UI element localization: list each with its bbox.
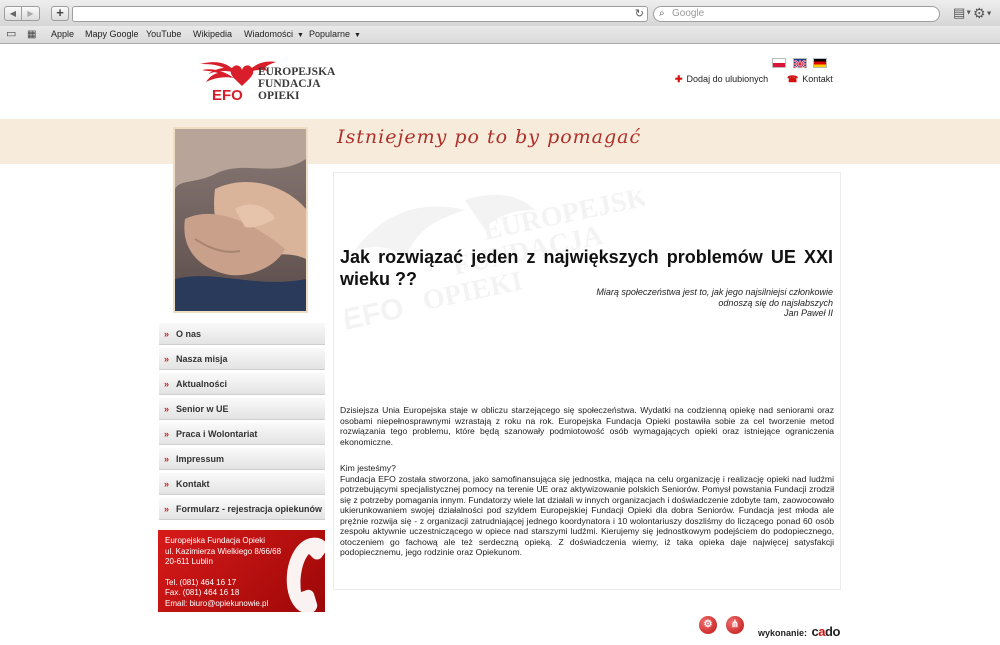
add-to-favorites-link[interactable]: ✚ Dodaj do ulubionych xyxy=(675,74,768,85)
add-to-favorites-label: Dodaj do ulubionych xyxy=(686,74,769,84)
flag-de-icon[interactable] xyxy=(813,58,827,68)
page-menu-icon[interactable]: ▤▼ xyxy=(953,6,972,21)
grid-icon[interactable]: ▦ xyxy=(27,28,36,41)
settings-icon[interactable]: ⚙ xyxy=(699,616,717,634)
logo-line2: FUNDACJA xyxy=(258,78,321,90)
menu-item-label: O nas xyxy=(176,329,202,339)
sitemap-icon[interactable]: ⋔ xyxy=(726,616,744,634)
chevron-down-icon: ▼ xyxy=(354,32,361,39)
footer-credit: wykonanie: cado xyxy=(758,624,840,639)
article-paragraph-about: Fundacja EFO została stworzona, jako sam… xyxy=(340,473,834,558)
bullet-icon: » xyxy=(164,454,170,464)
main-menu: » O nas » Nasza misja » Aktualności » Senior… xyxy=(159,323,325,523)
search-icon: ⌕ xyxy=(659,8,665,19)
section-title: Kim jesteśmy? xyxy=(340,463,396,473)
reload-icon[interactable]: ↻ xyxy=(635,7,644,21)
article-quote: Miarą społeczeństwa jest to, jak jego na… xyxy=(540,287,833,319)
flag-uk-icon[interactable] xyxy=(793,58,807,69)
site-logo[interactable]: EFO EUROPEJSKA FUNDACJA OPIEKI xyxy=(198,56,338,106)
telephone-icon xyxy=(286,537,325,612)
logo-abbr: EFO xyxy=(212,87,243,104)
menu-item-label: Nasza misja xyxy=(176,354,228,364)
contact-box: Europejska Fundacja Opieki ul. Kazimierz… xyxy=(158,530,325,612)
agency-logo-o: a xyxy=(818,624,825,639)
bullet-icon: » xyxy=(164,504,170,514)
agency-logo-suffix: do xyxy=(825,624,840,639)
menu-item-praca-i-wolontariat[interactable]: » Praca i Wolontariat xyxy=(159,423,325,445)
menu-item-kontakt[interactable]: » Kontakt xyxy=(159,473,325,495)
article-section-who-we-are: Kim jesteśmy? Fundacja EFO została stwor… xyxy=(340,463,834,558)
bookmarks-bar: ▭ ▦ Apple Mapy Google YouTube Wikipedia … xyxy=(0,26,1000,44)
search-placeholder: Google xyxy=(672,8,705,19)
hands-photo xyxy=(173,127,308,313)
quote-author: Jan Paweł II xyxy=(783,308,833,318)
menu-item-nasza-misja[interactable]: » Nasza misja xyxy=(159,348,325,370)
contact-street: ul. Kazimierza Wielkiego 8/66/68 xyxy=(165,546,282,556)
bookmark-youtube[interactable]: YouTube xyxy=(146,28,181,41)
slogan: Istniejemy po to by pomagać xyxy=(337,126,642,148)
menu-item-formularz[interactable]: » Formularz - rejestracja opiekunów xyxy=(159,498,325,520)
search-bar[interactable]: ⌕ Google xyxy=(653,6,940,22)
address-bar[interactable]: ↻ xyxy=(72,6,648,22)
contact-link-label: Kontakt xyxy=(802,74,833,84)
contact-org: Europejska Fundacja Opieki xyxy=(165,536,266,545)
bookmark-mapy-google[interactable]: Mapy Google xyxy=(85,28,139,41)
credit-label: wykonanie: xyxy=(758,628,808,638)
back-icon[interactable]: ◀ xyxy=(4,6,22,21)
logo-line3: OPIEKI xyxy=(258,90,300,102)
menu-item-senior-w-ue[interactable]: » Senior w UE xyxy=(159,398,325,420)
bullet-icon: » xyxy=(164,429,170,439)
language-switcher xyxy=(772,58,832,70)
flag-pl-icon[interactable] xyxy=(772,58,786,68)
bullet-icon: » xyxy=(164,329,170,339)
agency-logo[interactable]: cado xyxy=(812,624,841,639)
quote-line1: Miarą społeczeństwa jest to, jak jego na… xyxy=(596,287,833,297)
bullet-icon: » xyxy=(164,404,170,414)
bookmark-apple[interactable]: Apple xyxy=(51,28,74,41)
bookmark-popularne[interactable]: Popularne ▼ xyxy=(309,28,361,42)
bookmark-wiadomosci[interactable]: Wiadomości ▼ xyxy=(244,28,304,42)
bullet-icon: » xyxy=(164,479,170,489)
bullet-icon: » xyxy=(164,354,170,364)
forward-icon[interactable]: ▶ xyxy=(22,6,40,21)
contact-city: 20-611 Lublin xyxy=(165,557,213,566)
menu-item-label: Aktualności xyxy=(176,379,228,389)
bookmark-wiadomosci-label: Wiadomości xyxy=(244,29,294,39)
bookmark-wikipedia[interactable]: Wikipedia xyxy=(193,28,232,41)
menu-item-label: Praca i Wolontariat xyxy=(176,429,258,439)
logo-line1: EUROPEJSKA xyxy=(258,66,336,78)
menu-item-label: Kontakt xyxy=(176,479,210,489)
menu-item-label: Senior w UE xyxy=(176,404,229,414)
phone-icon: ☎ xyxy=(787,74,799,84)
menu-item-o-nas[interactable]: » O nas xyxy=(159,323,325,345)
bookmark-popularne-label: Popularne xyxy=(309,29,351,39)
chevron-down-icon: ▼ xyxy=(297,32,304,39)
gear-icon[interactable]: ⚙▼ xyxy=(973,5,993,22)
menu-item-label: Formularz - rejestracja opiekunów xyxy=(176,504,323,514)
contact-fax: Fax. (081) 464 16 18 xyxy=(165,588,240,597)
menu-item-aktualnosci[interactable]: » Aktualności xyxy=(159,373,325,395)
quote-line2: odnoszą się do najsłabszych xyxy=(718,297,833,308)
article-paragraph-intro: Dzisiejsza Unia Europejska staje w oblic… xyxy=(340,405,834,447)
watermark-abbr: EFO xyxy=(345,292,407,337)
contact-tel: Tel. (081) 464 16 17 xyxy=(165,577,237,587)
menu-item-label: Impressum xyxy=(176,454,225,464)
plus-icon: ✚ xyxy=(675,74,683,84)
menu-item-impressum[interactable]: » Impressum xyxy=(159,448,325,470)
contact-email[interactable]: Email: biuro@opiekunowie.pl xyxy=(165,599,281,610)
book-icon[interactable]: ▭ xyxy=(6,28,16,41)
browser-toolbar: ◀ ▶ + ↻ ⌕ Google ▤▼ ⚙▼ xyxy=(0,0,1000,27)
article-headline: Jak rozwiązać jeden z największych probl… xyxy=(340,247,833,289)
add-bookmark-icon[interactable]: + xyxy=(51,6,69,21)
contact-link[interactable]: ☎ Kontakt xyxy=(787,74,833,85)
bullet-icon: » xyxy=(164,379,170,389)
